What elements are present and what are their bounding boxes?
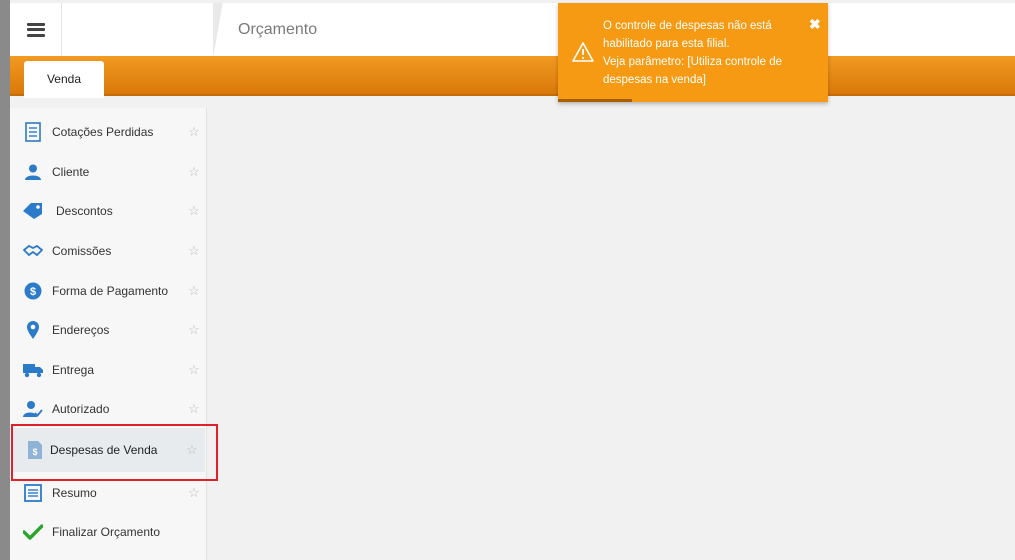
checkmark-icon	[22, 521, 44, 543]
sidebar-item-label: Resumo	[52, 486, 97, 500]
toast-line: O controle de despesas não está	[603, 20, 772, 32]
page-title: Orçamento	[238, 21, 318, 38]
sidebar-item-entrega[interactable]: Entrega ☆	[10, 352, 207, 388]
hamburger-icon	[26, 22, 45, 37]
tab-bar: Venda	[10, 56, 1015, 98]
sidebar-item-label: Cliente	[52, 165, 90, 179]
sidebar-item-finalizar-orcamento[interactable]: Finalizar Orçamento	[10, 514, 207, 550]
sidebar-item-label: Autorizado	[52, 402, 110, 416]
star-outline-icon[interactable]: ☆	[187, 362, 201, 378]
truck-icon	[22, 359, 44, 381]
sidebar: Cotações Perdidas ☆ Cliente ☆ Descontos …	[10, 108, 207, 560]
sidebar-item-label: Entrega	[52, 363, 95, 377]
left-edge-strip	[0, 0, 10, 560]
sidebar-item-label: Endereços	[52, 323, 110, 337]
tab-venda[interactable]: Venda	[24, 61, 104, 98]
top-header: Orçamento	[10, 0, 1015, 56]
user-check-icon	[22, 398, 44, 420]
sidebar-item-enderecos[interactable]: Endereços ☆	[10, 312, 207, 348]
sidebar-item-label: Forma de Pagamento	[52, 284, 169, 298]
user-icon	[22, 161, 44, 183]
document-icon	[22, 482, 44, 504]
dollar-icon: $	[22, 280, 44, 302]
sidebar-item-forma-de-pagamento[interactable]: $ Forma de Pagamento ☆	[10, 273, 207, 309]
star-outline-icon[interactable]: ☆	[187, 243, 201, 259]
logo-area	[63, 3, 215, 56]
sidebar-item-autorizado[interactable]: Autorizado ☆	[10, 391, 207, 427]
star-outline-icon[interactable]: ☆	[187, 124, 201, 140]
star-outline-icon[interactable]: ☆	[187, 164, 201, 180]
toast-line: Veja parâmetro: [Utiliza controle de	[603, 56, 782, 68]
sidebar-item-label: Comissões	[52, 244, 112, 258]
toast-progress-bar	[558, 99, 632, 102]
warning-icon	[572, 42, 594, 62]
sidebar-item-comissoes[interactable]: Comissões ☆	[10, 233, 207, 269]
sidebar-item-label: Cotações Perdidas	[52, 125, 154, 139]
sidebar-item-cliente[interactable]: Cliente ☆	[10, 154, 207, 190]
sidebar-item-cotacoes-perdidas[interactable]: Cotações Perdidas ☆	[10, 114, 207, 150]
svg-text:$: $	[30, 286, 36, 298]
warning-toast: O controle de despesas não está habilita…	[558, 3, 828, 102]
list-icon	[22, 121, 44, 143]
sidebar-item-label: Finalizar Orçamento	[52, 525, 161, 539]
toast-line: despesas na venda]	[603, 74, 706, 86]
tag-icon	[22, 200, 44, 222]
star-outline-icon[interactable]: ☆	[187, 401, 201, 417]
menu-button[interactable]	[10, 3, 62, 56]
sidebar-item-label: Descontos	[56, 204, 113, 218]
title-separator	[213, 3, 225, 56]
map-pin-icon	[22, 319, 44, 341]
sidebar-item-descontos[interactable]: Descontos ☆	[10, 193, 207, 229]
star-outline-icon[interactable]: ☆	[187, 283, 201, 299]
star-outline-icon[interactable]: ☆	[187, 485, 201, 501]
star-outline-icon[interactable]: ☆	[187, 203, 201, 219]
toast-message: O controle de despesas não está habilita…	[603, 17, 813, 89]
toast-line: habilitado para esta filial.	[603, 38, 730, 50]
star-outline-icon[interactable]: ☆	[187, 322, 201, 338]
highlight-annotation	[11, 424, 218, 481]
handshake-icon	[22, 240, 44, 262]
close-icon[interactable]: ✖	[809, 16, 821, 33]
